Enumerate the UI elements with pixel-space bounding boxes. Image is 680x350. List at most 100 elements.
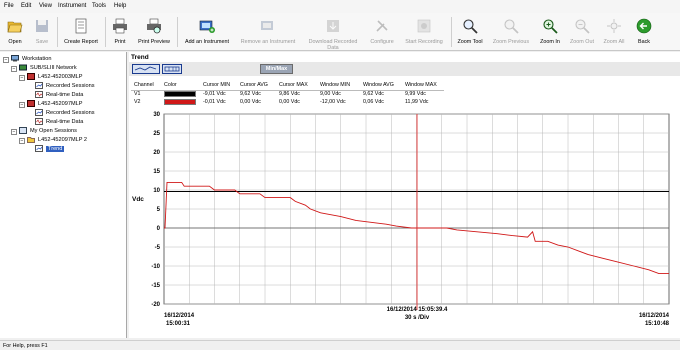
- collapse-toggle[interactable]: −: [11, 66, 17, 72]
- trend-icon: [35, 145, 43, 153]
- zoom-all-button[interactable]: Zoom All: [599, 15, 629, 49]
- color-swatch-cell[interactable]: [161, 98, 200, 106]
- back-arrow-icon: [636, 18, 652, 34]
- zoom-tool-button[interactable]: Zoom Tool: [454, 15, 486, 49]
- collapse-toggle[interactable]: −: [11, 129, 17, 135]
- status-bar: For Help, press F1: [0, 340, 680, 350]
- tree-item-open-sessions[interactable]: My Open Sessions: [19, 127, 77, 136]
- zoom-in-button[interactable]: Zoom In: [535, 15, 565, 49]
- folder-open-icon: [7, 21, 23, 33]
- cursor-avg-cell: 9,62 Vdc: [240, 91, 261, 98]
- menu-help[interactable]: Help: [114, 3, 126, 9]
- tree-item-realtime-data-2[interactable]: Real-time Data: [35, 118, 83, 127]
- workstation-tree: − Workstation − SUB/SLIII Network − L452…: [0, 52, 127, 338]
- column-header: Window AVG: [360, 81, 402, 91]
- wrench-icon: [376, 20, 388, 32]
- min-max-button[interactable]: Min/Max: [260, 64, 293, 74]
- menu-edit[interactable]: Edit: [21, 3, 31, 9]
- menu-file[interactable]: File: [4, 3, 14, 9]
- menu-instrument[interactable]: Instrument: [58, 3, 86, 9]
- print-preview-button[interactable]: Print Preview: [134, 15, 174, 49]
- cursor-min-cell: -0,01 Vdc: [203, 99, 226, 105]
- tree-item-realtime-data-1[interactable]: Real-time Data: [35, 91, 83, 100]
- window-min-cell: -12,00 Vdc: [320, 99, 346, 105]
- y-axis-label: Vdc: [132, 196, 144, 203]
- recorded-sessions-icon: [35, 109, 43, 117]
- zoom-out-icon: [575, 19, 590, 34]
- toolbar-separator: [57, 17, 58, 47]
- collapse-toggle[interactable]: −: [19, 102, 25, 108]
- save-button[interactable]: Save: [29, 15, 55, 49]
- tree-item-instrument-1[interactable]: L452-452003MLP: [27, 73, 82, 82]
- magnifier-icon: [463, 19, 478, 34]
- collapse-toggle[interactable]: −: [19, 75, 25, 81]
- printer-icon: [113, 18, 127, 34]
- zoom-all-icon: [607, 19, 621, 33]
- table-row[interactable]: V2 -0,01 Vdc 0,00 Vdc 0,00 Vdc -12,00 Vd…: [131, 98, 444, 106]
- trend-panel: Trend Min/Max Channel Color Cursor MIN C…: [129, 52, 680, 338]
- zoom-previous-button[interactable]: Zoom Previous: [489, 15, 533, 49]
- sessions-icon: [19, 127, 27, 135]
- tree-item-network[interactable]: SUB/SLIII Network: [19, 64, 77, 73]
- channel-stats-table: Channel Color Cursor MIN Cursor AVG Curs…: [131, 81, 444, 106]
- zoom-out-button[interactable]: Zoom Out: [567, 15, 597, 49]
- graph-view-icon: [134, 66, 157, 71]
- tree-item-session-instrument[interactable]: L452-452097MLP 2: [27, 136, 87, 145]
- tree-item-instrument-2[interactable]: L452-452097MLP: [27, 100, 82, 109]
- table-row[interactable]: V1 -9,01 Vdc 9,62 Vdc 9,86 Vdc 9,00 Vdc …: [131, 90, 444, 98]
- x-end-time: 15:10:48: [645, 321, 670, 327]
- color-swatch[interactable]: [164, 91, 196, 98]
- configure-button[interactable]: Configure: [366, 15, 398, 49]
- open-button[interactable]: Open: [2, 15, 28, 49]
- tree-item-recorded-sessions-1[interactable]: Recorded Sessions: [35, 82, 95, 91]
- table-view-icon: [164, 66, 180, 72]
- x-end-date: 16/12/2014: [639, 313, 670, 319]
- window-max-cell: 11,99 Vdc: [405, 99, 429, 105]
- create-report-button[interactable]: Create Report: [60, 15, 102, 49]
- back-button[interactable]: Back: [631, 15, 657, 49]
- table-view-button[interactable]: [162, 64, 182, 74]
- y-tick-label: -10: [151, 264, 160, 270]
- download-recorded-data-button[interactable]: Download Recorded Data: [302, 15, 364, 51]
- realtime-data-icon: [35, 118, 43, 126]
- toolbar: Open Save Create Report Print Print Prev…: [0, 13, 680, 51]
- collapse-toggle[interactable]: −: [3, 57, 9, 63]
- panel-title: Trend: [131, 54, 149, 61]
- add-instrument-icon: [199, 20, 215, 33]
- y-tick-label: 0: [157, 226, 161, 232]
- network-icon: [19, 64, 27, 71]
- window-avg-cell: 9,62 Vdc: [363, 91, 384, 98]
- graph-view-button[interactable]: [132, 64, 160, 74]
- menu-view[interactable]: View: [39, 3, 52, 9]
- collapse-toggle[interactable]: −: [19, 138, 25, 144]
- color-swatch-cell[interactable]: [161, 90, 200, 98]
- add-instrument-button[interactable]: Add an Instrument: [180, 15, 234, 49]
- tree-item-trend[interactable]: Trend: [35, 145, 65, 154]
- toolbar-separator: [105, 17, 106, 47]
- zoom-previous-icon: [504, 19, 519, 34]
- tree-item-workstation[interactable]: Workstation: [11, 55, 51, 64]
- y-tick-label: 15: [153, 169, 160, 175]
- recorded-sessions-icon: [35, 82, 43, 90]
- status-text: For Help, press F1: [3, 343, 48, 349]
- download-label-line2: Data: [327, 45, 339, 51]
- floppy-disk-icon: [36, 20, 48, 32]
- view-mode-bar: Min/Max: [129, 62, 680, 76]
- start-recording-button[interactable]: Start Recording: [400, 15, 448, 49]
- instrument-icon: [27, 73, 35, 81]
- window-avg-cell: 0,06 Vdc: [363, 99, 384, 105]
- chart-grid: [163, 113, 670, 305]
- y-axis-ticks: 30 25 20 15 10 5 0 -5 -10 -15 -20: [151, 112, 160, 308]
- cursor-avg-cell: 0,00 Vdc: [240, 99, 261, 105]
- tree-item-recorded-sessions-2[interactable]: Recorded Sessions: [35, 109, 95, 118]
- menu-tools[interactable]: Tools: [92, 3, 106, 9]
- color-swatch[interactable]: [164, 99, 196, 105]
- cursor-timestamp: 16/12/2014 15:05:39.4: [387, 307, 448, 313]
- trend-chart[interactable]: Vdc 30 25 20 15 10 5 0 -5 -10 -15 -20 16/12/2014 1…: [129, 108, 680, 338]
- column-header: Color: [161, 81, 200, 91]
- remove-instrument-button[interactable]: Remove an Instrument: [236, 15, 300, 49]
- y-tick-label: -5: [155, 245, 161, 251]
- print-button[interactable]: Print: [108, 15, 132, 49]
- toolbar-separator: [177, 17, 178, 47]
- y-tick-label: 20: [153, 150, 160, 156]
